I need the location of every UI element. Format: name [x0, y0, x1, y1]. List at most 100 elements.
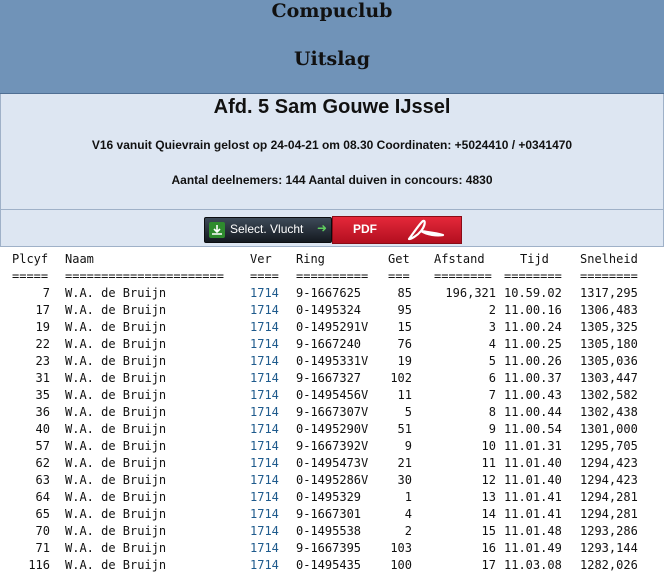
cell-ver-link[interactable]: 1714: [250, 371, 279, 385]
action-bar: Select. Vlucht ➜ PDF: [0, 210, 664, 247]
cell-afstand: 10: [481, 439, 496, 453]
cell-ring: 9-1667301: [296, 507, 362, 521]
cell-get: 21: [397, 456, 412, 470]
cell-ver-link[interactable]: 1714: [250, 320, 279, 334]
cell-tijd: 11.00.16: [504, 303, 562, 317]
cell-snelheid: 1293,286: [580, 524, 638, 538]
cell-get: 76: [397, 337, 412, 351]
cell-ver-link[interactable]: 1714: [250, 405, 279, 419]
cell-naam: W.A. de Bruijn: [65, 320, 167, 334]
cell-ring: 0-1495290V: [296, 422, 369, 436]
cell-ring: 9-1667327: [296, 371, 362, 385]
cell-plcyf: 36: [35, 405, 50, 419]
cell-afstand: 2: [488, 303, 496, 317]
cell-afstand: 14: [481, 507, 496, 521]
cell-snelheid: 1301,000: [580, 422, 638, 436]
table-row: 23 W.A. de Bruijn 1714 0-1495331V 19 5 11.00.2…: [0, 354, 664, 371]
pdf-button[interactable]: PDF: [332, 216, 462, 244]
select-flight-button[interactable]: Select. Vlucht ➜: [204, 217, 332, 243]
cell-ver-link[interactable]: 1714: [250, 439, 279, 453]
cell-tijd: 11.00.26: [504, 354, 562, 368]
sep-naam: ======================: [65, 269, 224, 283]
cell-get: 4: [404, 507, 412, 521]
cell-plcyf: 40: [35, 422, 50, 436]
cell-ver-link[interactable]: 1714: [250, 388, 279, 402]
cell-tijd: 11.01.49: [504, 541, 562, 555]
cell-naam: W.A. de Bruijn: [65, 507, 167, 521]
cell-get: 85: [397, 286, 412, 300]
cell-naam: W.A. de Bruijn: [65, 541, 167, 555]
cell-tijd: 11.01.41: [504, 507, 562, 521]
cell-snelheid: 1295,705: [580, 439, 638, 453]
cell-ring: 9-1667392V: [296, 439, 369, 453]
table-row: 116 W.A. de Bruijn 1714 0-1495435 100 17 11.03…: [0, 558, 664, 575]
cell-ring: 9-1667395: [296, 541, 362, 555]
cell-get: 15: [397, 320, 412, 334]
cell-naam: W.A. de Bruijn: [65, 558, 167, 572]
cell-ver-link[interactable]: 1714: [250, 507, 279, 521]
cell-plcyf: 7: [42, 286, 50, 300]
cell-ver-link[interactable]: 1714: [250, 558, 279, 572]
cell-naam: W.A. de Bruijn: [65, 490, 167, 504]
cell-plcyf: 64: [35, 490, 50, 504]
cell-ring: 0-1495329: [296, 490, 362, 504]
cell-ver-link[interactable]: 1714: [250, 303, 279, 317]
table-row: 19 W.A. de Bruijn 1714 0-1495291V 15 3 11.00.2…: [0, 320, 664, 337]
cell-afstand: 196,321: [445, 286, 496, 300]
cell-plcyf: 35: [35, 388, 50, 402]
cell-afstand: 16: [481, 541, 496, 555]
cell-ver-link[interactable]: 1714: [250, 337, 279, 351]
cell-snelheid: 1306,483: [580, 303, 638, 317]
cell-get: 51: [397, 422, 412, 436]
cell-ver-link[interactable]: 1714: [250, 422, 279, 436]
cell-plcyf: 63: [35, 473, 50, 487]
cell-tijd: 11.01.41: [504, 490, 562, 504]
race-info-panel: Afd. 5 Sam Gouwe IJssel V16 vanuit Quiev…: [0, 94, 664, 210]
table-row: 36 W.A. de Bruijn 1714 9-1667307V 5 8 11.00.44…: [0, 405, 664, 422]
download-icon: [209, 222, 225, 238]
cell-ver-link[interactable]: 1714: [250, 490, 279, 504]
cell-naam: W.A. de Bruijn: [65, 388, 167, 402]
col-header-afstand: Afstand: [434, 252, 485, 266]
cell-afstand: 13: [481, 490, 496, 504]
cell-snelheid: 1305,036: [580, 354, 638, 368]
cell-ring: 9-1667625: [296, 286, 362, 300]
col-header-ver: Ver: [250, 252, 272, 266]
table-header-row: Plcyf Naam Ver Ring Get Afstand Tijd Sne…: [0, 252, 664, 269]
cell-snelheid: 1302,582: [580, 388, 638, 402]
cell-tijd: 11.01.48: [504, 524, 562, 538]
cell-afstand: 9: [488, 422, 496, 436]
cell-snelheid: 1302,438: [580, 405, 638, 419]
cell-afstand: 11: [481, 456, 496, 470]
cell-tijd: 11.00.25: [504, 337, 562, 351]
cell-ver-link[interactable]: 1714: [250, 524, 279, 538]
pdf-label: PDF: [353, 222, 377, 236]
sep-afstand: ========: [434, 269, 492, 283]
cell-tijd: 11.00.54: [504, 422, 562, 436]
cell-ver-link[interactable]: 1714: [250, 473, 279, 487]
sep-tijd: ========: [504, 269, 562, 283]
cell-ring: 0-1495456V: [296, 388, 369, 402]
cell-plcyf: 70: [35, 524, 50, 538]
col-header-naam: Naam: [65, 252, 94, 266]
cell-ver-link[interactable]: 1714: [250, 286, 279, 300]
cell-naam: W.A. de Bruijn: [65, 354, 167, 368]
cell-ver-link[interactable]: 1714: [250, 541, 279, 555]
cell-plcyf: 57: [35, 439, 50, 453]
cell-ver-link[interactable]: 1714: [250, 354, 279, 368]
cell-naam: W.A. de Bruijn: [65, 524, 167, 538]
cell-get: 30: [397, 473, 412, 487]
cell-ring: 0-1495291V: [296, 320, 369, 334]
cell-snelheid: 1305,180: [580, 337, 638, 351]
cell-plcyf: 71: [35, 541, 50, 555]
table-row: 17 W.A. de Bruijn 1714 0-1495324 95 2 11.00.16…: [0, 303, 664, 320]
cell-ring: 0-1495331V: [296, 354, 369, 368]
flight-details: V16 vanuit Quievrain gelost op 24-04-21 …: [91, 138, 573, 152]
cell-tijd: 11.00.43: [504, 388, 562, 402]
cell-ver-link[interactable]: 1714: [250, 456, 279, 470]
cell-ring: 0-1495473V: [296, 456, 369, 470]
cell-tijd: 11.01.31: [504, 439, 562, 453]
cell-ring: 9-1667307V: [296, 405, 369, 419]
cell-get: 9: [404, 439, 412, 453]
cell-snelheid: 1294,281: [580, 507, 638, 521]
